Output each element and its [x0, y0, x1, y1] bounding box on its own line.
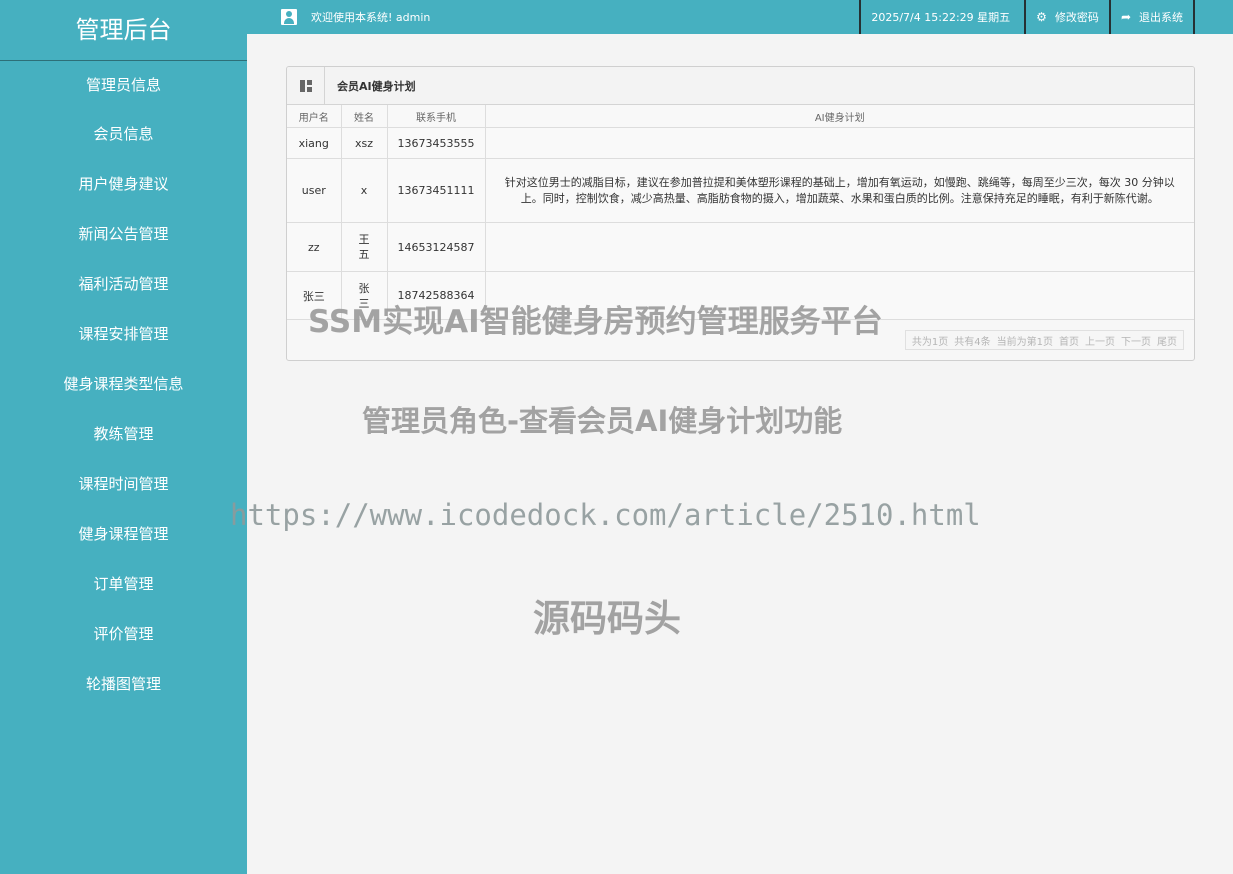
table-row: user x 13673451111 针对这位男士的减脂目标，建议在参加普拉提和… [287, 158, 1194, 223]
pager-total-count: 共有4条 [954, 336, 991, 348]
watermark-brand: 源码码头 [533, 597, 681, 640]
cell-phone: 13673453555 [387, 127, 486, 159]
sidebar: 管理后台 管理员信息 会员信息 用户健身建议 新闻公告管理 福利活动管理 课程安… [0, 0, 247, 874]
pager-next[interactable]: 下一页 [1121, 333, 1151, 348]
cell-phone: 14653124587 [387, 222, 486, 272]
column-header: 姓名 [341, 105, 388, 128]
cell-username: user [287, 158, 342, 223]
table-row: zz 王五 14653124587 [287, 222, 1194, 272]
cell-name: xsz [341, 127, 388, 159]
sidebar-item-course-type[interactable]: 健身课程类型信息 [0, 359, 247, 409]
table-header-row: 用户名 姓名 联系手机 AI健身计划 [287, 105, 1194, 128]
sidebar-item-course-schedule[interactable]: 课程安排管理 [0, 309, 247, 359]
gear-icon: ⚙ [1036, 10, 1047, 24]
sidebar-item-coach[interactable]: 教练管理 [0, 409, 247, 459]
pagination: 共为1页 共有4条 当前为第1页 首页 上一页 下一页 尾页 [904, 330, 1184, 350]
cell-plan [485, 127, 1194, 159]
sidebar-item-admin-info[interactable]: 管理员信息 [0, 61, 247, 109]
cell-username: zz [287, 222, 342, 272]
user-icon [281, 9, 297, 25]
watermark-title: SSM实现AI智能健身房预约管理服务平台 [308, 304, 883, 340]
sidebar-item-welfare[interactable]: 福利活动管理 [0, 259, 247, 309]
column-header: 联系手机 [387, 105, 486, 128]
cell-phone: 13673451111 [387, 158, 486, 223]
plan-table: 用户名 姓名 联系手机 AI健身计划 xiang xsz 13673453555… [287, 105, 1194, 320]
sidebar-title: 管理后台 [0, 0, 247, 61]
sidebar-item-member-info[interactable]: 会员信息 [0, 109, 247, 159]
sidebar-item-fitness-advice[interactable]: 用户健身建议 [0, 159, 247, 209]
cell-plan [485, 222, 1194, 272]
table-row: xiang xsz 13673453555 [287, 127, 1194, 159]
column-header: 用户名 [287, 105, 342, 128]
grid-icon [287, 67, 325, 104]
sidebar-nav: 管理员信息 会员信息 用户健身建议 新闻公告管理 福利活动管理 课程安排管理 健… [0, 61, 247, 709]
pager-current: 当前为第1页 [996, 336, 1053, 348]
datetime: 2025/7/4 15:22:29 星期五 [859, 0, 1024, 34]
pager-prev[interactable]: 上一页 [1085, 333, 1115, 348]
sidebar-item-orders[interactable]: 订单管理 [0, 559, 247, 609]
change-password-label: 修改密码 [1054, 11, 1099, 24]
sidebar-item-news[interactable]: 新闻公告管理 [0, 209, 247, 259]
welcome-text: 欢迎使用本系统! admin [311, 11, 431, 24]
cell-username: xiang [287, 127, 342, 159]
panel-title: 会员AI健身计划 [337, 79, 416, 93]
cell-plan: 针对这位男士的减脂目标，建议在参加普拉提和美体塑形课程的基础上，增加有氧运动，如… [485, 158, 1194, 223]
pager-last[interactable]: 尾页 [1157, 333, 1177, 348]
panel-header: 会员AI健身计划 [287, 67, 1194, 105]
logout-label: 退出系统 [1139, 11, 1183, 24]
topbar-right: 2025/7/4 15:22:29 星期五 ⚙ 修改密码 ➦ 退出系统 [859, 0, 1195, 34]
pager-first[interactable]: 首页 [1059, 333, 1079, 348]
cell-name: 王五 [341, 222, 388, 272]
sidebar-item-carousel[interactable]: 轮播图管理 [0, 659, 247, 709]
pager-total-pages: 共为1页 [911, 336, 949, 348]
share-arrow-icon: ➦ [1120, 10, 1131, 24]
topbar: 欢迎使用本系统! admin 2025/7/4 15:22:29 星期五 ⚙ 修… [247, 0, 1233, 34]
sidebar-item-course-time[interactable]: 课程时间管理 [0, 459, 247, 509]
watermark-url: https://www.icodedock.com/article/2510.h… [230, 498, 981, 532]
sidebar-item-reviews[interactable]: 评价管理 [0, 609, 247, 659]
cell-name: x [341, 158, 388, 223]
column-header: AI健身计划 [485, 105, 1194, 128]
logout-button[interactable]: ➦ 退出系统 [1108, 0, 1195, 34]
sidebar-item-course[interactable]: 健身课程管理 [0, 509, 247, 559]
welcome-area: 欢迎使用本系统! admin [281, 0, 430, 34]
watermark-subtitle: 管理员角色-查看会员AI健身计划功能 [362, 404, 843, 438]
change-password-button[interactable]: ⚙ 修改密码 [1024, 0, 1109, 34]
